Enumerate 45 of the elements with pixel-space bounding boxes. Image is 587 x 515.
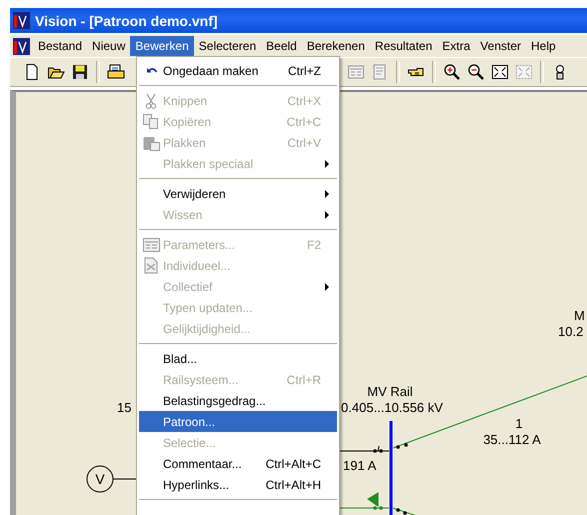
cable-name: 1 (515, 416, 523, 431)
copy-icon (143, 114, 159, 129)
fit-view-icon[interactable] (491, 63, 509, 81)
scissors-icon (145, 92, 157, 108)
submenu-arrow-icon (325, 160, 329, 168)
menu-bar-item[interactable]: Selecteren (194, 36, 262, 56)
menu-item[interactable]: Verwijderen (139, 183, 337, 204)
document-icon (143, 257, 159, 274)
menu-bar-item[interactable]: Resultaten (370, 36, 438, 56)
submenu-arrow-icon (325, 210, 329, 218)
feeder-current: 191 A (343, 458, 376, 473)
menu-bar-item[interactable]: Bestand (33, 36, 88, 56)
document-icon[interactable] (107, 63, 125, 81)
window-title: Vision - [Patroon demo.vnf] (35, 12, 218, 28)
form-icon (142, 238, 160, 252)
clipboard-icon (142, 134, 160, 150)
switch-icon (396, 443, 408, 449)
menu-bar-item[interactable]: Venster (475, 36, 526, 56)
undo-icon (144, 66, 158, 76)
app-logo-icon (13, 12, 30, 29)
voltage-source-symbol: V (86, 466, 114, 492)
switch-icon (396, 508, 407, 515)
rail-name: MV Rail (367, 384, 413, 399)
menu-item[interactable]: Commentaar... Ctrl+Alt+C (139, 453, 337, 474)
app-logo-icon[interactable] (13, 38, 30, 54)
menu-item[interactable]: Hyperlinks... Ctrl+Alt+H (139, 474, 337, 495)
rail-voltage: 0.405...10.556 kV (341, 400, 443, 415)
diagram-label: 15 (117, 400, 132, 415)
menu-item[interactable]: Belastingsgedrag... (139, 390, 337, 411)
menu-bar-item[interactable]: Help (526, 36, 561, 56)
cable-current: 35...112 A (483, 432, 541, 447)
menu-bar-item[interactable]: Berekenen (302, 36, 370, 56)
menu-bar-item[interactable]: Extra (437, 36, 476, 56)
menu-bar-item[interactable]: Beeld (261, 36, 302, 56)
menu-bar-item[interactable]: Bewerken (130, 36, 194, 56)
save-icon[interactable] (71, 63, 89, 81)
zoom-out-icon[interactable] (467, 63, 485, 81)
menu-item[interactable]: Blad... (139, 348, 337, 369)
menu-bar-item[interactable]: Nieuw (87, 36, 130, 56)
zoom-in-icon[interactable] (443, 63, 461, 81)
node-voltage: 10.2 (558, 324, 584, 339)
submenu-arrow-icon (325, 190, 329, 198)
node-name: M (574, 308, 585, 323)
submenu-arrow-icon (325, 282, 329, 290)
menu-item[interactable]: Patroon... (139, 411, 337, 432)
